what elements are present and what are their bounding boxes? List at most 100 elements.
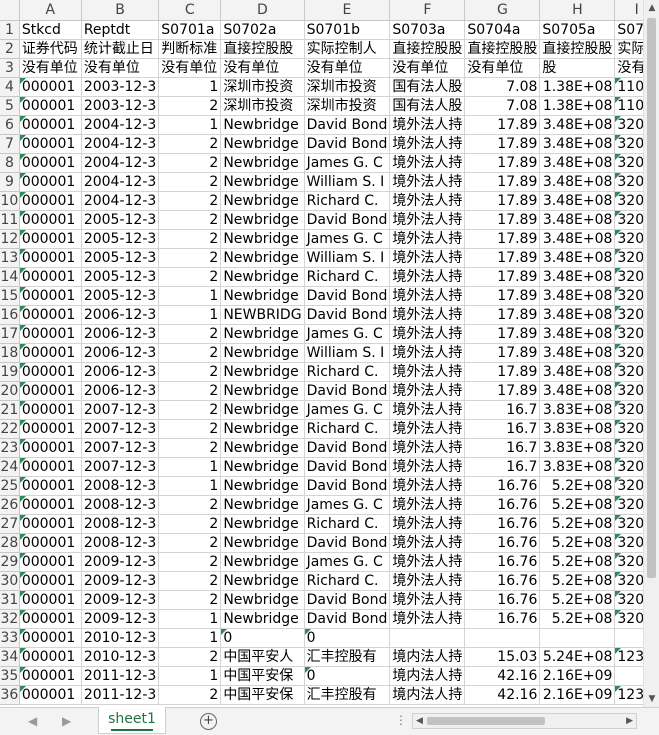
cell-a[interactable]: 000001 (19, 685, 82, 705)
cell-b[interactable]: 2003-12-3 (81, 96, 160, 116)
cell-g[interactable]: 17.89 (464, 153, 541, 173)
cell-f[interactable]: 境外法人持 (389, 115, 466, 135)
cell-a[interactable]: 没有单位 (19, 58, 82, 78)
cell-c[interactable]: 2 (158, 381, 222, 401)
cell-h[interactable]: 5.2E+08 (539, 552, 616, 572)
cell-c[interactable]: 2 (158, 647, 222, 667)
cell-c[interactable]: 1 (158, 77, 222, 97)
cell-h[interactable]: 3.48E+08 (539, 172, 616, 192)
cell-h[interactable]: 5.2E+08 (539, 533, 616, 553)
cell-e[interactable]: 汇丰控股有 (304, 685, 391, 705)
row-header[interactable]: 2 (0, 39, 20, 59)
row-header[interactable]: 34 (0, 647, 20, 667)
cell-d[interactable]: 中国平安人 (220, 647, 305, 667)
cell-a[interactable]: 000001 (19, 305, 82, 325)
cell-f[interactable]: 境外法人持 (389, 400, 466, 420)
row-header[interactable]: 17 (0, 324, 20, 344)
cell-g[interactable]: 17.89 (464, 324, 541, 344)
cell-a[interactable]: 000001 (19, 115, 82, 135)
cell-g[interactable]: 16.7 (464, 438, 541, 458)
cell-h[interactable]: 3.48E+08 (539, 305, 616, 325)
row-header[interactable]: 14 (0, 267, 20, 287)
row-header[interactable]: 6 (0, 115, 20, 135)
cell-a[interactable]: 000001 (19, 609, 82, 629)
cell-h[interactable]: 3.48E+08 (539, 153, 616, 173)
cell-c[interactable]: 2 (158, 552, 222, 572)
cell-f[interactable]: 境外法人持 (389, 172, 466, 192)
cell-b[interactable]: 2010-12-3 (81, 628, 160, 648)
cell-b[interactable]: 2007-12-3 (81, 400, 160, 420)
cell-f[interactable]: 境内法人持 (389, 647, 466, 667)
select-all-corner[interactable] (0, 0, 20, 21)
cell-g[interactable]: 直接控股股 (464, 39, 541, 59)
cell-g[interactable]: 16.76 (464, 590, 541, 610)
cell-e[interactable]: 实际控制人 (304, 39, 391, 59)
cell-e[interactable]: 深圳市投资 (304, 96, 391, 116)
cell-b[interactable]: 2004-12-3 (81, 191, 160, 211)
cell-g[interactable]: S0704a (464, 20, 541, 40)
cell-c[interactable]: 2 (158, 210, 222, 230)
cell-d[interactable]: S0702a (220, 20, 305, 40)
cell-b[interactable]: 2007-12-3 (81, 438, 160, 458)
cell-b[interactable]: 2009-12-3 (81, 571, 160, 591)
cell-a[interactable]: 000001 (19, 457, 82, 477)
row-header[interactable]: 33 (0, 628, 20, 648)
cell-f[interactable]: 境外法人持 (389, 191, 466, 211)
cell-e[interactable]: Richard C. (304, 571, 391, 591)
cell-c[interactable]: 1 (158, 305, 222, 325)
cell-h[interactable]: 5.2E+08 (539, 590, 616, 610)
cell-a[interactable]: 000001 (19, 628, 82, 648)
cell-h[interactable]: 3.48E+08 (539, 362, 616, 382)
cell-h[interactable]: 3.83E+08 (539, 419, 616, 439)
cell-c[interactable]: 2 (158, 153, 222, 173)
cell-e[interactable]: James G. C (304, 495, 391, 515)
cell-c[interactable]: 2 (158, 134, 222, 154)
spreadsheet-grid[interactable]: A B C D E F G H I 1 Stkcd Reptdt S0701a S0702a S0701b S… (0, 0, 659, 705)
scroll-down-icon[interactable]: ▼ (644, 691, 659, 707)
row-header[interactable]: 4 (0, 77, 20, 97)
cell-b[interactable]: 2006-12-3 (81, 305, 160, 325)
cell-c[interactable]: 2 (158, 362, 222, 382)
cell-c[interactable]: 1 (158, 476, 222, 496)
cell-c[interactable]: 2 (158, 495, 222, 515)
cell-c[interactable]: 1 (158, 115, 222, 135)
cell-d[interactable]: 深圳市投资 (220, 77, 305, 97)
cell-e[interactable]: David Bond (304, 115, 391, 135)
cell-d[interactable]: Newbridge (220, 514, 305, 534)
cell-e[interactable]: David Bond (304, 134, 391, 154)
row-header[interactable]: 16 (0, 305, 20, 325)
column-header-c[interactable]: C (158, 0, 222, 21)
cell-h[interactable]: 5.2E+08 (539, 571, 616, 591)
row-header[interactable]: 30 (0, 571, 20, 591)
cell-f[interactable]: 境内法人持 (389, 685, 466, 705)
cell-b[interactable]: 2004-12-3 (81, 153, 160, 173)
cell-a[interactable]: 000001 (19, 666, 82, 686)
cell-e[interactable]: David Bond (304, 476, 391, 496)
cell-a[interactable]: 000001 (19, 438, 82, 458)
cell-b[interactable]: 2009-12-3 (81, 552, 160, 572)
cell-b[interactable]: 2007-12-3 (81, 457, 160, 477)
cell-b[interactable]: 2009-12-3 (81, 609, 160, 629)
cell-a[interactable]: 000001 (19, 571, 82, 591)
cell-h[interactable]: 直接控股股 (539, 39, 616, 59)
cell-b[interactable]: 2006-12-3 (81, 324, 160, 344)
cell-d[interactable]: 直接控股股 (220, 39, 305, 59)
cell-f[interactable]: 境外法人持 (389, 381, 466, 401)
cell-a[interactable]: 000001 (19, 514, 82, 534)
cell-d[interactable]: Newbridge (220, 590, 305, 610)
cell-h[interactable]: 3.48E+08 (539, 324, 616, 344)
cell-d[interactable]: Newbridge (220, 172, 305, 192)
cell-f[interactable]: 境外法人持 (389, 495, 466, 515)
row-header[interactable]: 29 (0, 552, 20, 572)
cell-b[interactable]: 2003-12-3 (81, 77, 160, 97)
cell-a[interactable]: 000001 (19, 533, 82, 553)
cell-e[interactable]: David Bond (304, 533, 391, 553)
horizontal-scrollbar[interactable]: ◀ ▶ (412, 713, 637, 729)
cell-h[interactable] (539, 628, 616, 648)
cell-c[interactable]: 2 (158, 343, 222, 363)
cell-g[interactable]: 16.76 (464, 476, 541, 496)
column-header-h[interactable]: H (539, 0, 616, 21)
cell-b[interactable]: 2006-12-3 (81, 381, 160, 401)
cell-d[interactable]: 中国平安保 (220, 666, 305, 686)
cell-f[interactable]: 境外法人持 (389, 457, 466, 477)
